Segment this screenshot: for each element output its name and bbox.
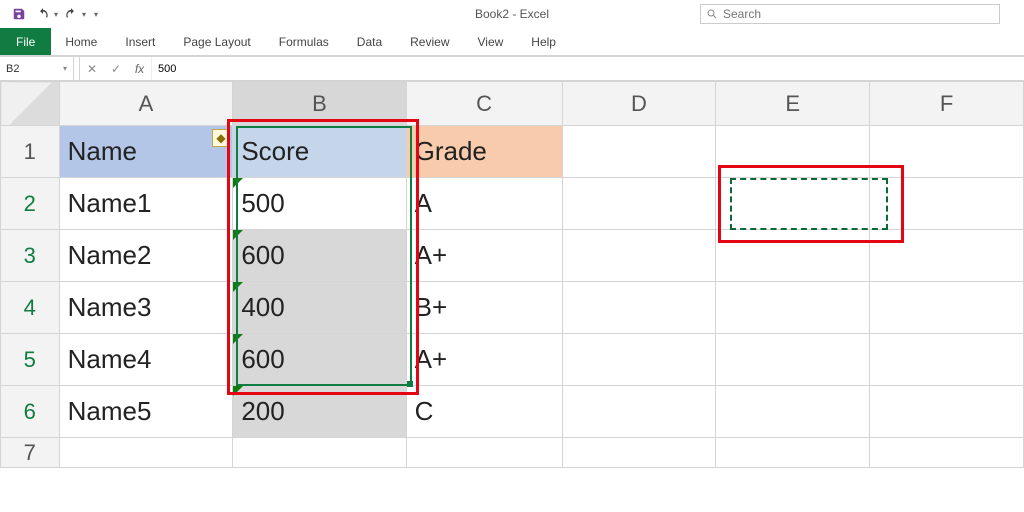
cell-D1[interactable] — [562, 126, 716, 178]
fx-label[interactable]: fx — [128, 57, 152, 80]
cell-B6[interactable]: 200 — [233, 386, 406, 438]
cell-C2[interactable]: A — [406, 178, 562, 230]
redo-button[interactable] — [60, 3, 82, 25]
cell-A4[interactable]: Name3 — [59, 282, 233, 334]
tab-data[interactable]: Data — [343, 28, 396, 55]
grid-area: A B C D E F 1 Name Score Grade 2 Name1 5… — [0, 81, 1024, 468]
cell-D6[interactable] — [562, 386, 716, 438]
cell-E3[interactable] — [716, 230, 870, 282]
cell-E5[interactable] — [716, 334, 870, 386]
cell-B1[interactable]: Score — [233, 126, 406, 178]
chevron-down-icon[interactable]: ▾ — [63, 64, 67, 73]
col-header-D[interactable]: D — [562, 82, 716, 126]
col-header-C[interactable]: C — [406, 82, 562, 126]
cell-E1[interactable] — [716, 126, 870, 178]
cell-F4[interactable] — [870, 282, 1024, 334]
cell-C6[interactable]: C — [406, 386, 562, 438]
warning-icon: ◆ — [216, 131, 225, 145]
x-icon: ✕ — [87, 62, 97, 76]
cell-A2[interactable]: Name1 — [59, 178, 233, 230]
cell-D7[interactable] — [562, 438, 716, 468]
tab-home[interactable]: Home — [51, 28, 111, 55]
cell-F3[interactable] — [870, 230, 1024, 282]
cell-E7[interactable] — [716, 438, 870, 468]
qat-customize-icon[interactable]: ▾ — [94, 10, 98, 19]
row-header-2[interactable]: 2 — [1, 178, 60, 230]
cell-E4[interactable] — [716, 282, 870, 334]
col-header-A[interactable]: A — [59, 82, 233, 126]
undo-button[interactable] — [32, 3, 54, 25]
name-box[interactable]: B2 ▾ — [0, 57, 74, 80]
save-icon — [12, 7, 26, 21]
undo-dropdown-icon[interactable]: ▾ — [54, 10, 58, 19]
row-header-3[interactable]: 3 — [1, 230, 60, 282]
search-icon — [701, 8, 723, 20]
cell-B5[interactable]: 600 — [233, 334, 406, 386]
cell-B7[interactable] — [233, 438, 406, 468]
tab-help[interactable]: Help — [517, 28, 570, 55]
cell-C4[interactable]: B+ — [406, 282, 562, 334]
cell-B4[interactable]: 400 — [233, 282, 406, 334]
undo-icon — [36, 7, 50, 21]
enter-formula-button[interactable]: ✓ — [104, 57, 128, 80]
cell-F1[interactable] — [870, 126, 1024, 178]
cell-D4[interactable] — [562, 282, 716, 334]
tab-file[interactable]: File — [0, 28, 51, 55]
cell-F5[interactable] — [870, 334, 1024, 386]
tab-insert[interactable]: Insert — [111, 28, 169, 55]
cell-A6[interactable]: Name5 — [59, 386, 233, 438]
tab-review[interactable]: Review — [396, 28, 463, 55]
cell-C3[interactable]: A+ — [406, 230, 562, 282]
error-check-tag[interactable]: ◆ — [212, 129, 230, 147]
cell-A5[interactable]: Name4 — [59, 334, 233, 386]
row-header-6[interactable]: 6 — [1, 386, 60, 438]
row-header-4[interactable]: 4 — [1, 282, 60, 334]
tab-page-layout[interactable]: Page Layout — [169, 28, 264, 55]
redo-dropdown-icon[interactable]: ▾ — [82, 10, 86, 19]
cell-B2[interactable]: 500 — [233, 178, 406, 230]
tab-formulas[interactable]: Formulas — [265, 28, 343, 55]
quick-access-toolbar: ▾ ▾ ▾ Book2 - Excel — [0, 0, 1024, 28]
formula-bar: B2 ▾ ✕ ✓ fx — [0, 57, 1024, 81]
cell-C5[interactable]: A+ — [406, 334, 562, 386]
select-all-corner[interactable] — [1, 82, 60, 126]
window-title: Book2 - Excel — [475, 7, 549, 21]
row-header-1[interactable]: 1 — [1, 126, 60, 178]
ribbon-tabs: File Home Insert Page Layout Formulas Da… — [0, 28, 1024, 56]
name-box-value: B2 — [6, 63, 19, 75]
col-header-F[interactable]: F — [870, 82, 1024, 126]
cell-F7[interactable] — [870, 438, 1024, 468]
row-header-5[interactable]: 5 — [1, 334, 60, 386]
search-box[interactable] — [700, 4, 1000, 24]
cell-E6[interactable] — [716, 386, 870, 438]
cell-B3[interactable]: 600 — [233, 230, 406, 282]
cell-D5[interactable] — [562, 334, 716, 386]
save-button[interactable] — [8, 3, 30, 25]
cell-A1[interactable]: Name — [59, 126, 233, 178]
cell-D2[interactable] — [562, 178, 716, 230]
tab-view[interactable]: View — [464, 28, 518, 55]
cell-D3[interactable] — [562, 230, 716, 282]
search-input[interactable] — [723, 7, 999, 21]
cell-A7[interactable] — [59, 438, 233, 468]
redo-icon — [64, 7, 78, 21]
row-header-7[interactable]: 7 — [1, 438, 60, 468]
cancel-formula-button[interactable]: ✕ — [80, 57, 104, 80]
cell-F2[interactable] — [870, 178, 1024, 230]
spreadsheet-grid[interactable]: A B C D E F 1 Name Score Grade 2 Name1 5… — [0, 81, 1024, 468]
cell-C7[interactable] — [406, 438, 562, 468]
col-header-E[interactable]: E — [716, 82, 870, 126]
cell-F6[interactable] — [870, 386, 1024, 438]
col-header-B[interactable]: B — [233, 82, 406, 126]
cell-C1[interactable]: Grade — [406, 126, 562, 178]
cell-E2[interactable] — [716, 178, 870, 230]
check-icon: ✓ — [111, 62, 121, 76]
formula-input[interactable] — [152, 57, 1024, 80]
cell-A3[interactable]: Name2 — [59, 230, 233, 282]
qat-buttons: ▾ ▾ ▾ — [8, 3, 98, 25]
